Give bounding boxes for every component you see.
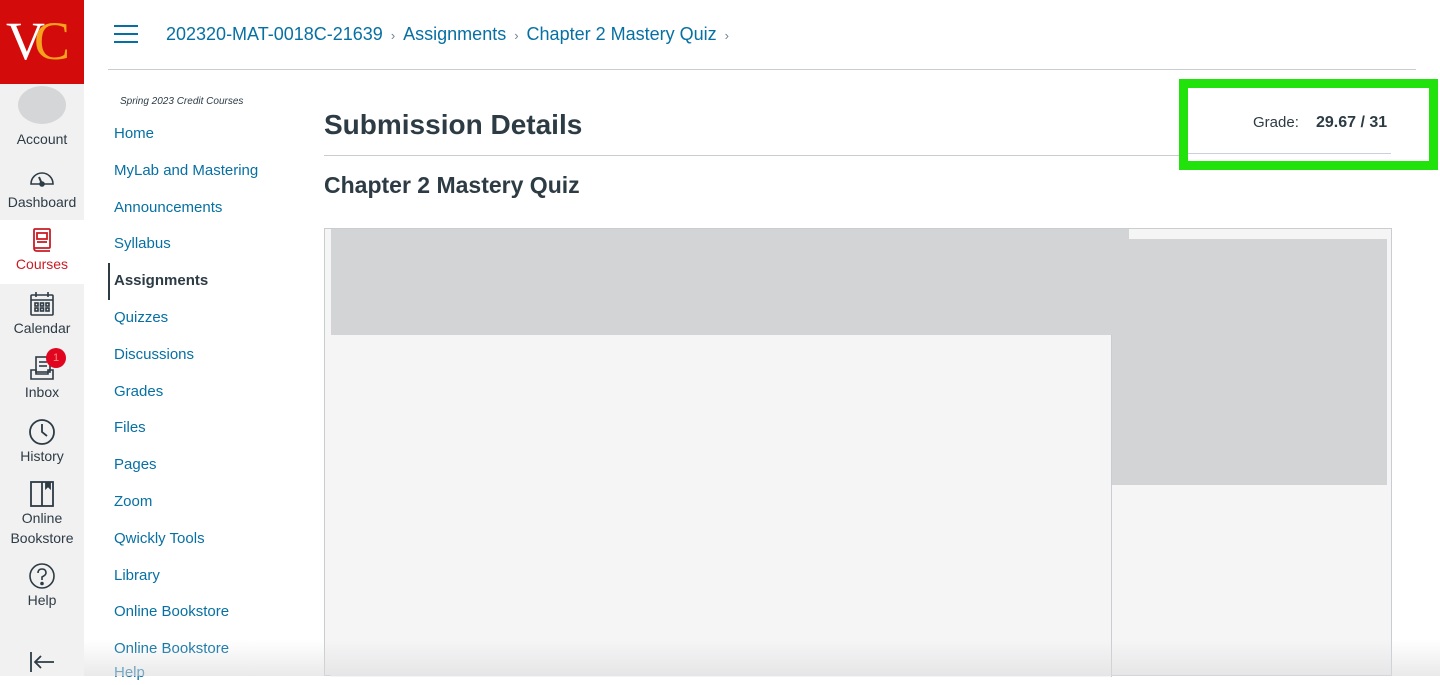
grade-value: 29.67 / 31 bbox=[1316, 114, 1388, 131]
college-logo[interactable]: V C bbox=[0, 0, 84, 84]
collapse-nav-button[interactable] bbox=[0, 648, 84, 676]
clock-icon bbox=[29, 419, 55, 445]
submission-preview-frame[interactable] bbox=[324, 228, 1392, 677]
course-nav-zoom[interactable]: Zoom bbox=[108, 490, 308, 527]
hamburger-icon-bar bbox=[114, 25, 138, 27]
chevron-right-icon: › bbox=[724, 28, 729, 43]
preview-column-divider bbox=[1111, 335, 1112, 677]
course-nav-online-bookstore[interactable]: Online Bookstore bbox=[108, 600, 308, 637]
avatar bbox=[18, 86, 66, 124]
chevron-right-icon: › bbox=[514, 28, 519, 43]
assignment-title: Chapter 2 Mastery Quiz bbox=[324, 172, 580, 198]
bookstore-icon bbox=[30, 481, 54, 507]
global-nav-label: History bbox=[20, 448, 64, 464]
global-nav-online-bookstore[interactable]: Online Bookstore bbox=[0, 480, 84, 550]
page-title: Submission Details bbox=[324, 109, 583, 140]
chevron-right-icon: › bbox=[390, 28, 396, 43]
breadcrumb: 202320-MAT-0018C-21639 › Assignments › Chapt… bbox=[166, 22, 737, 48]
course-menu-toggle[interactable] bbox=[114, 25, 138, 45]
course-nav-grades[interactable]: Grades bbox=[108, 380, 308, 417]
course-nav-mylab[interactable]: MyLab and Mastering bbox=[108, 159, 308, 196]
hamburger-icon-bar bbox=[114, 33, 138, 35]
grade-highlight-box: Grade: 29.67 / 31 bbox=[1179, 79, 1438, 170]
course-nav-quizzes[interactable]: Quizzes bbox=[108, 306, 308, 343]
preview-content-area bbox=[331, 335, 1111, 677]
preview-sidebar-header bbox=[1129, 231, 1387, 239]
page-header: 202320-MAT-0018C-21639 › Assignments › Chapt… bbox=[84, 0, 1440, 70]
course-nav-pages[interactable]: Pages bbox=[108, 453, 308, 490]
breadcrumb-assignments[interactable]: Assignments bbox=[403, 24, 506, 44]
global-nav-label: Inbox bbox=[24, 384, 60, 400]
header-divider bbox=[108, 69, 1416, 70]
course-nav-home[interactable]: Home bbox=[108, 122, 308, 159]
calendar-icon bbox=[30, 292, 54, 316]
global-nav-history[interactable]: History bbox=[0, 418, 84, 468]
speedometer-icon bbox=[30, 172, 54, 187]
global-nav-label: Account bbox=[16, 131, 68, 147]
global-nav-help[interactable]: Help bbox=[0, 562, 84, 612]
course-nav: Spring 2023 Credit Courses Home MyLab an… bbox=[108, 92, 308, 681]
hamburger-icon-bar bbox=[114, 41, 138, 43]
course-nav-qwickly-tools[interactable]: Qwickly Tools bbox=[108, 527, 308, 564]
breadcrumb-course[interactable]: 202320-MAT-0018C-21639 bbox=[166, 24, 383, 44]
course-nav-announcements[interactable]: Announcements bbox=[108, 196, 308, 233]
course-term-label: Spring 2023 Credit Courses bbox=[120, 96, 244, 107]
global-nav-label: Online bbox=[21, 510, 63, 526]
course-nav-discussions[interactable]: Discussions bbox=[108, 343, 308, 380]
collapse-arrow-icon bbox=[30, 652, 54, 672]
help-icon bbox=[29, 563, 55, 589]
logo-letter-c: C bbox=[34, 11, 71, 71]
global-nav-label: Dashboard bbox=[7, 194, 77, 210]
global-nav-courses[interactable]: Courses bbox=[0, 220, 84, 284]
book-icon bbox=[33, 228, 51, 252]
global-nav-label: Help bbox=[27, 592, 57, 608]
course-nav-online-bookstore-help[interactable]: Online Bookstore Help bbox=[108, 637, 248, 681]
global-nav-calendar[interactable]: Calendar bbox=[0, 290, 84, 342]
global-nav-dashboard[interactable]: Dashboard bbox=[0, 164, 84, 214]
global-nav-label: Calendar bbox=[13, 320, 71, 336]
course-nav-files[interactable]: Files bbox=[108, 416, 308, 453]
global-nav-inbox[interactable]: 1 Inbox bbox=[0, 348, 84, 404]
global-nav-account[interactable]: Account bbox=[0, 86, 84, 154]
global-nav-label-line2: Bookstore bbox=[10, 530, 74, 546]
course-nav-assignments[interactable]: Assignments bbox=[108, 263, 308, 300]
unread-badge: 1 bbox=[46, 348, 66, 368]
course-nav-library[interactable]: Library bbox=[108, 564, 308, 601]
preview-loading-placeholder bbox=[331, 229, 1129, 335]
preview-sidebar-placeholder bbox=[1111, 239, 1387, 485]
global-nav: V C Account Dashboard Courses Calendar 1… bbox=[0, 0, 84, 676]
grade-label: Grade: bbox=[1253, 114, 1299, 131]
global-nav-label: Courses bbox=[15, 256, 69, 272]
grade-divider bbox=[1188, 153, 1391, 154]
breadcrumb-quiz[interactable]: Chapter 2 Mastery Quiz bbox=[527, 24, 717, 44]
